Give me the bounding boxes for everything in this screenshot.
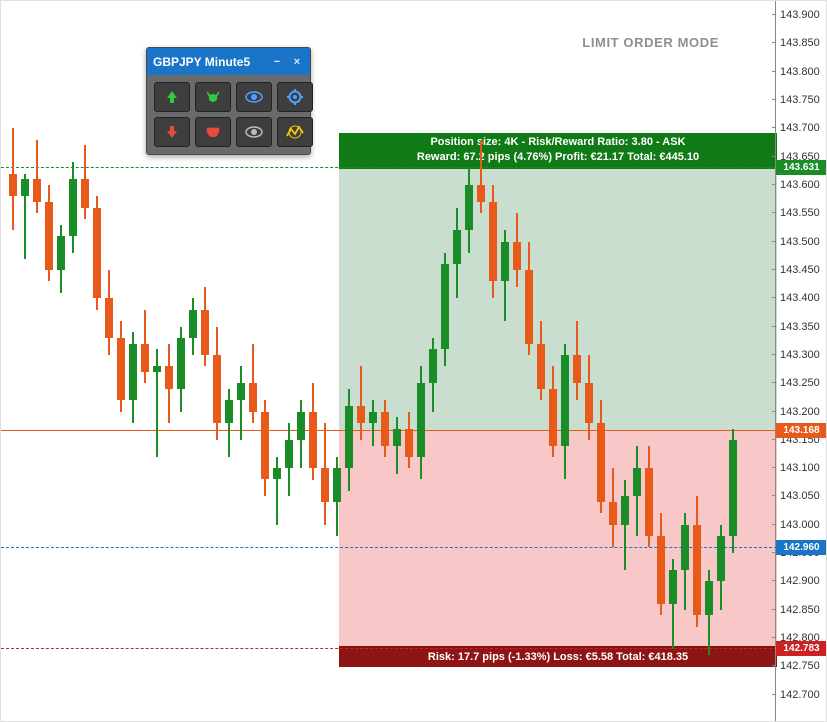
toolbar-minimize-button[interactable]: − [270, 55, 284, 69]
axis-tick: 143.350 [776, 327, 827, 341]
eye-icon [245, 90, 263, 104]
indicator-icon [286, 125, 304, 139]
axis-tick: 142.700 [776, 695, 827, 709]
take-profit-line[interactable] [1, 167, 777, 168]
axis-tick: 143.800 [776, 72, 827, 86]
toolbar-titlebar[interactable]: GBPJPY Minute5 − × [147, 48, 310, 75]
gear-button[interactable] [277, 82, 313, 112]
chart-area[interactable]: Position size: 4K - Risk/Reward Ratio: 3… [1, 1, 777, 722]
eye-button[interactable] [236, 82, 272, 112]
chart-window: Position size: 4K - Risk/Reward Ratio: 3… [0, 0, 827, 722]
bear-icon [204, 124, 222, 140]
axis-tick: 143.400 [776, 298, 827, 312]
arrow-up-icon [164, 89, 180, 105]
indicator-toolbar[interactable]: GBPJPY Minute5 − × [146, 47, 311, 155]
arrow-down-button[interactable] [154, 117, 190, 147]
axis-tick: 143.000 [776, 525, 827, 539]
axis-tick: 142.750 [776, 666, 827, 680]
axis-tick: 143.600 [776, 185, 827, 199]
axis-tick: 143.450 [776, 270, 827, 284]
arrow-down-icon [164, 124, 180, 140]
price-label: 143.631 [776, 160, 827, 175]
gear-icon [287, 89, 303, 105]
toolbar-grid [147, 75, 310, 154]
toolbar-title: GBPJPY Minute5 [153, 55, 250, 69]
axis-tick: 143.750 [776, 100, 827, 114]
price-label: 143.168 [776, 423, 827, 438]
axis-tick: 142.850 [776, 610, 827, 624]
eye-off-button[interactable] [236, 117, 272, 147]
axis-tick: 143.900 [776, 15, 827, 29]
bear-button[interactable] [195, 117, 231, 147]
reward-header: Position size: 4K - Risk/Reward Ratio: 3… [339, 133, 777, 167]
reward-zone [339, 167, 777, 429]
bull-icon [204, 89, 222, 105]
reward-line1: Position size: 4K - Risk/Reward Ratio: 3… [339, 135, 777, 150]
arrow-up-button[interactable] [154, 82, 190, 112]
axis-tick: 143.300 [776, 355, 827, 369]
toolbar-close-button[interactable]: × [290, 55, 304, 69]
risk-line1: Risk: 17.7 pips (-1.33%) Loss: €5.58 Tot… [339, 650, 777, 665]
mode-label: LIMIT ORDER MODE [582, 35, 719, 50]
entry-line[interactable] [1, 430, 777, 431]
axis-tick: 143.150 [776, 440, 827, 454]
price-label: 142.960 [776, 540, 827, 555]
axis-tick: 142.900 [776, 581, 827, 595]
price-axis: 143.900 143.850 143.800 143.750 143.700 143.6… [775, 1, 826, 722]
axis-tick: 143.050 [776, 496, 827, 510]
axis-tick: 143.100 [776, 468, 827, 482]
axis-tick: 143.550 [776, 213, 827, 227]
reward-line2: Reward: 67.2 pips (4.76%) Profit: €21.17… [339, 150, 777, 165]
axis-tick: 143.250 [776, 383, 827, 397]
axis-tick: 143.700 [776, 128, 827, 142]
indicator-button[interactable] [277, 117, 313, 147]
axis-tick: 143.850 [776, 43, 827, 57]
eye-off-icon [245, 125, 263, 139]
axis-tick: 143.500 [776, 242, 827, 256]
price-label: 142.783 [776, 641, 827, 656]
stop-line[interactable] [1, 648, 777, 649]
bull-button[interactable] [195, 82, 231, 112]
risk-header: Risk: 17.7 pips (-1.33%) Loss: €5.58 Tot… [339, 648, 777, 667]
